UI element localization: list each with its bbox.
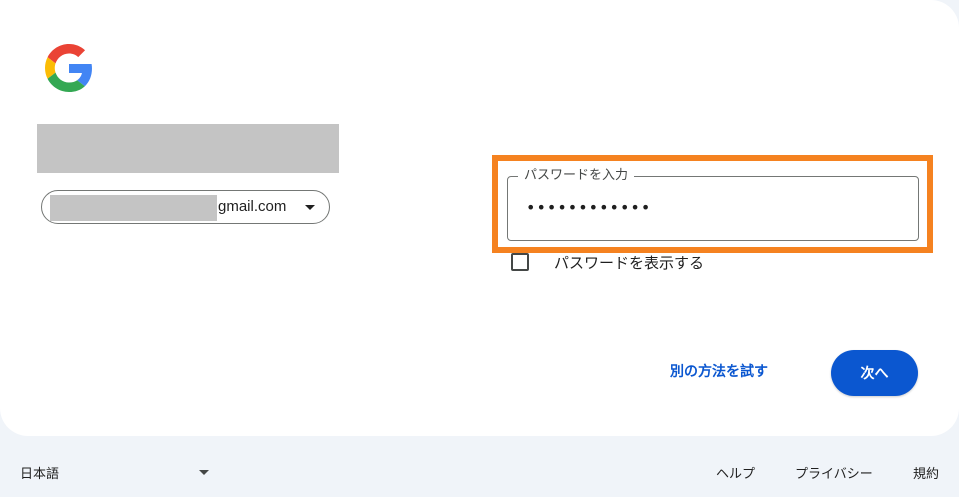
signin-page: gmail.com パスワードを入力 •••••••••••• パスワードを表示… (0, 0, 959, 497)
show-password-label: パスワードを表示する (554, 254, 705, 272)
footer: 日本語 ヘルプ プライバシー 規約 (0, 436, 959, 497)
email-username-redacted (50, 195, 217, 221)
next-button[interactable]: 次へ (831, 350, 918, 396)
account-chooser-chip[interactable]: gmail.com (41, 190, 330, 224)
email-domain: gmail.com (218, 198, 287, 215)
chevron-down-icon (199, 470, 209, 475)
password-highlight-box (492, 155, 933, 253)
account-name-redacted (37, 124, 339, 173)
signin-card: gmail.com パスワードを入力 •••••••••••• パスワードを表示… (0, 0, 959, 436)
help-link[interactable]: ヘルプ (716, 463, 755, 482)
language-select[interactable]: 日本語 (20, 463, 215, 483)
language-label: 日本語 (20, 467, 60, 482)
chevron-down-icon (305, 205, 315, 210)
google-logo-icon (45, 44, 92, 92)
try-another-way-button[interactable]: 別の方法を試す (670, 361, 768, 381)
terms-link[interactable]: 規約 (913, 463, 939, 482)
show-password-checkbox[interactable] (511, 253, 529, 271)
privacy-link[interactable]: プライバシー (795, 463, 873, 482)
